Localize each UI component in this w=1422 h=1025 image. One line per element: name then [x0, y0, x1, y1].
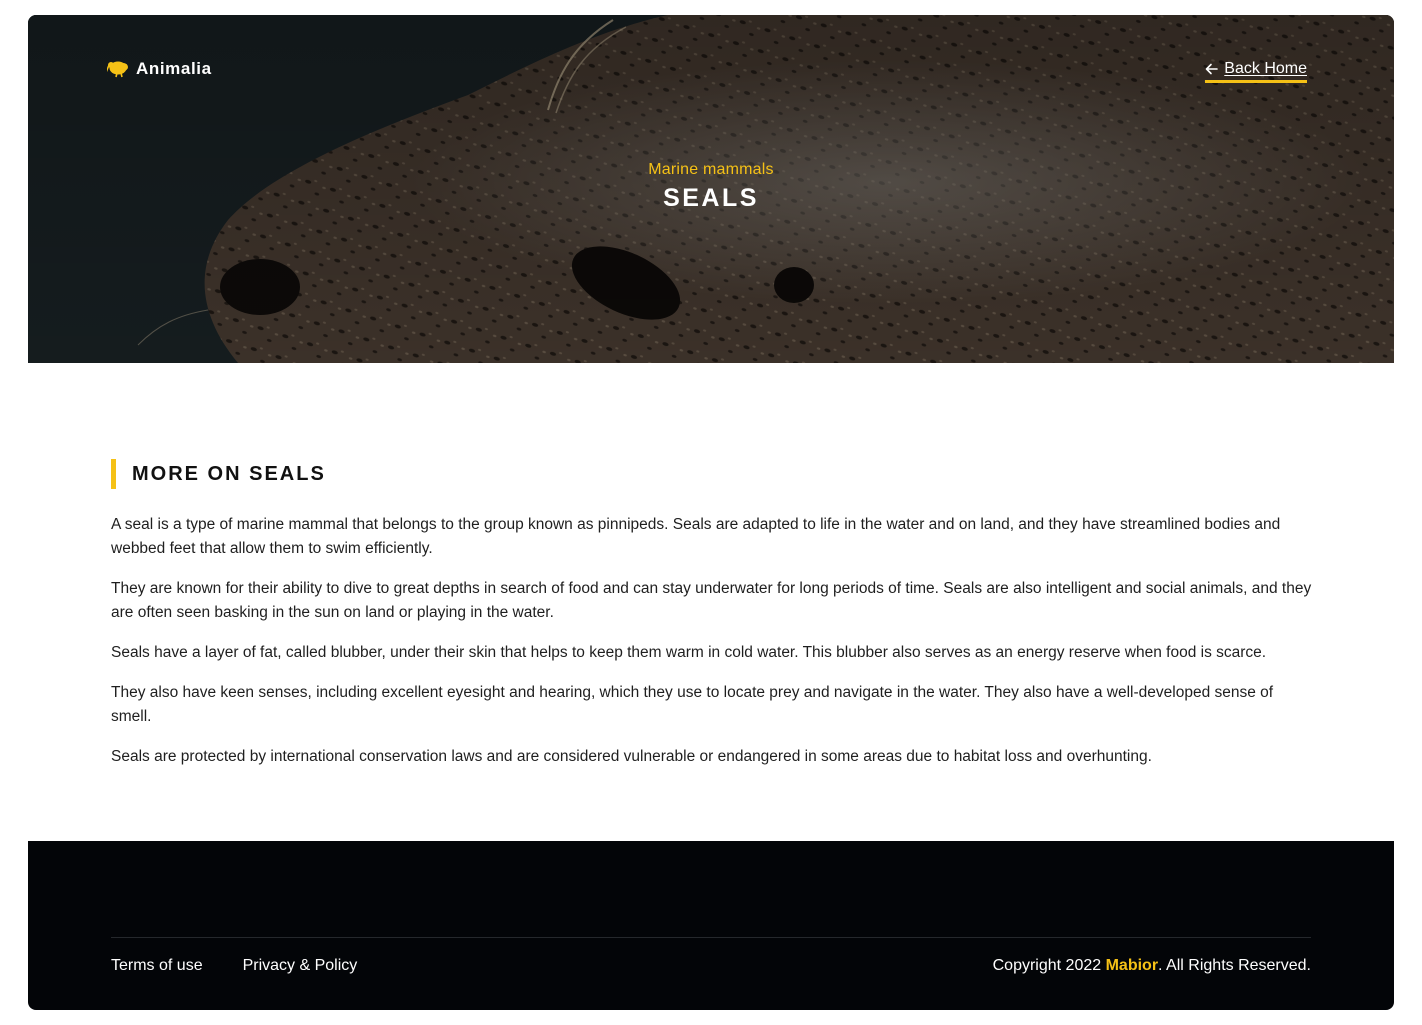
- back-home-link[interactable]: Back Home: [1205, 60, 1307, 83]
- copyright-suffix: . All Rights Reserved.: [1158, 957, 1311, 974]
- copyright-brand: Mabior: [1105, 957, 1159, 974]
- article-paragraph: Seals have a layer of fat, called blubbe…: [111, 644, 1267, 661]
- back-home-label: Back Home: [1224, 60, 1307, 77]
- brand-logo[interactable]: Animalia: [107, 59, 212, 79]
- terms-of-use-link[interactable]: Terms of use: [111, 957, 203, 975]
- hero-heading: Marine mammals SEALS: [28, 161, 1394, 213]
- hero-title: SEALS: [663, 184, 759, 212]
- section-title: MORE ON SEALS: [111, 459, 1313, 489]
- article-paragraph: They also have keen senses, including ex…: [111, 684, 1274, 725]
- brand-name: Animalia: [136, 59, 212, 78]
- copyright-text: Copyright 2022 Mabior. All Rights Reserv…: [993, 957, 1311, 975]
- page-footer: Terms of use Privacy & Policy Copyright …: [28, 841, 1394, 1010]
- arrow-left-icon: [1205, 63, 1219, 75]
- hero-subtitle: Marine mammals: [648, 161, 774, 178]
- article: MORE ON SEALS A seal is a type of marine…: [111, 459, 1313, 785]
- hero-banner: Animalia Back Home Marine mammals SEALS: [28, 15, 1394, 363]
- footer-links: Terms of use Privacy & Policy: [111, 957, 357, 975]
- privacy-policy-link[interactable]: Privacy & Policy: [243, 957, 358, 975]
- footer-divider: [111, 937, 1311, 938]
- copyright-prefix: Copyright 2022: [992, 957, 1106, 974]
- article-paragraph: They are known for their ability to dive…: [111, 580, 1312, 621]
- kiwi-bird-icon: [107, 61, 128, 78]
- article-paragraph: A seal is a type of marine mammal that b…: [111, 516, 1281, 557]
- article-paragraph: Seals are protected by international con…: [111, 748, 1152, 765]
